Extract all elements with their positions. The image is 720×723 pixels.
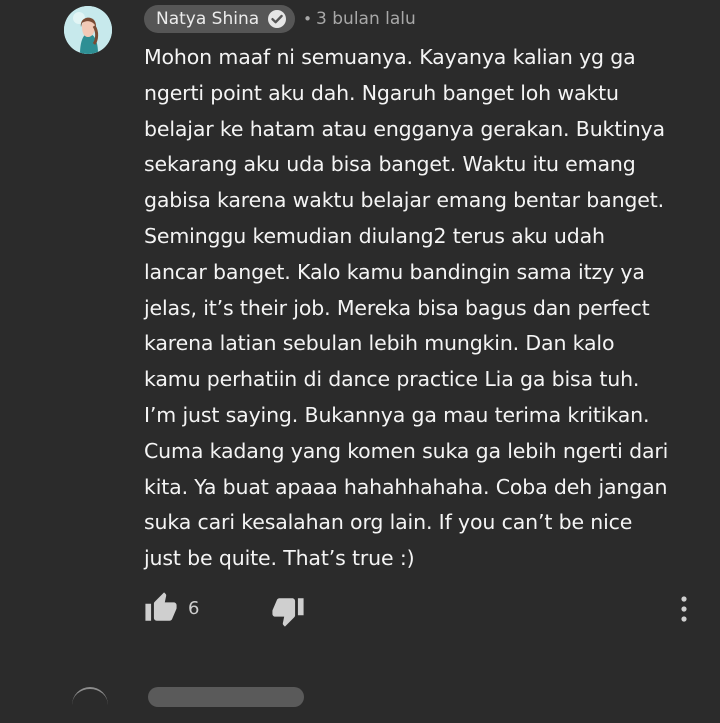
- comment-text-line: I’m just saying. Bukannya ga mau terima …: [144, 402, 650, 427]
- avatar[interactable]: [64, 6, 112, 54]
- thumbs-down-icon: [272, 598, 304, 627]
- timestamp[interactable]: 3 bulan lalu: [316, 9, 416, 29]
- next-comment-partial: [0, 684, 720, 707]
- comment-text: Mohon maaf ni semuanya. Kayanya kalian y…: [144, 40, 704, 577]
- comment-text-line: ngerti point aku dah. Ngaruh banget loh …: [144, 80, 619, 105]
- comment-actions: 6: [0, 586, 720, 630]
- next-avatar: [72, 687, 108, 723]
- comment-text-line: karena latian sebulan lebih mungkin. Dan…: [144, 331, 615, 356]
- comment-text-line: lancar banget. Kalo kamu bandingin sama …: [144, 259, 645, 284]
- comment-text-line: kamu perhatiin di dance practice Lia ga …: [144, 367, 640, 392]
- thumbs-up-icon: [145, 592, 177, 621]
- comment-item: Natya Shina • 3 bulan lalu Mohon maaf ni…: [0, 0, 720, 707]
- like-button[interactable]: [144, 591, 178, 625]
- like-count: 6: [188, 598, 200, 619]
- more-vertical-icon: [681, 596, 687, 622]
- comment-text-line: just be quite. That’s true :): [144, 546, 415, 571]
- more-options-button[interactable]: [670, 591, 698, 627]
- comment-text-line: kita. Ya buat apaaa hahahhahaha. Coba de…: [144, 474, 668, 499]
- comment-text-line: jelas, it’s their job. Mereka bisa bagus…: [144, 295, 650, 320]
- author-name[interactable]: Natya Shina: [156, 9, 259, 29]
- comment-text-line: Seminggu kemudian diulang2 terus aku uda…: [144, 223, 605, 248]
- next-author-chip: [148, 687, 304, 707]
- comment-text-line: gabisa karena waktu belajar emang bentar…: [144, 188, 664, 213]
- author-chip[interactable]: Natya Shina: [144, 5, 296, 33]
- comment-text-line: Mohon maaf ni semuanya. Kayanya kalian y…: [144, 45, 636, 69]
- verified-check-icon: [268, 10, 287, 28]
- avatar-image: [64, 6, 112, 54]
- separator-dot: •: [303, 10, 313, 28]
- comment-text-line: sekarang aku uda bisa banget. Waktu itu …: [144, 152, 636, 177]
- comment-text-line: belajar ke hatam atau engganya gerakan. …: [144, 116, 665, 141]
- comment-header: Natya Shina • 3 bulan lalu: [144, 5, 416, 33]
- comment-text-line: Cuma kadang yang komen suka ga lebih nge…: [144, 438, 669, 463]
- comment-text-line: suka cari kesalahan org lain. If you can…: [144, 510, 633, 535]
- dislike-button[interactable]: [271, 594, 305, 628]
